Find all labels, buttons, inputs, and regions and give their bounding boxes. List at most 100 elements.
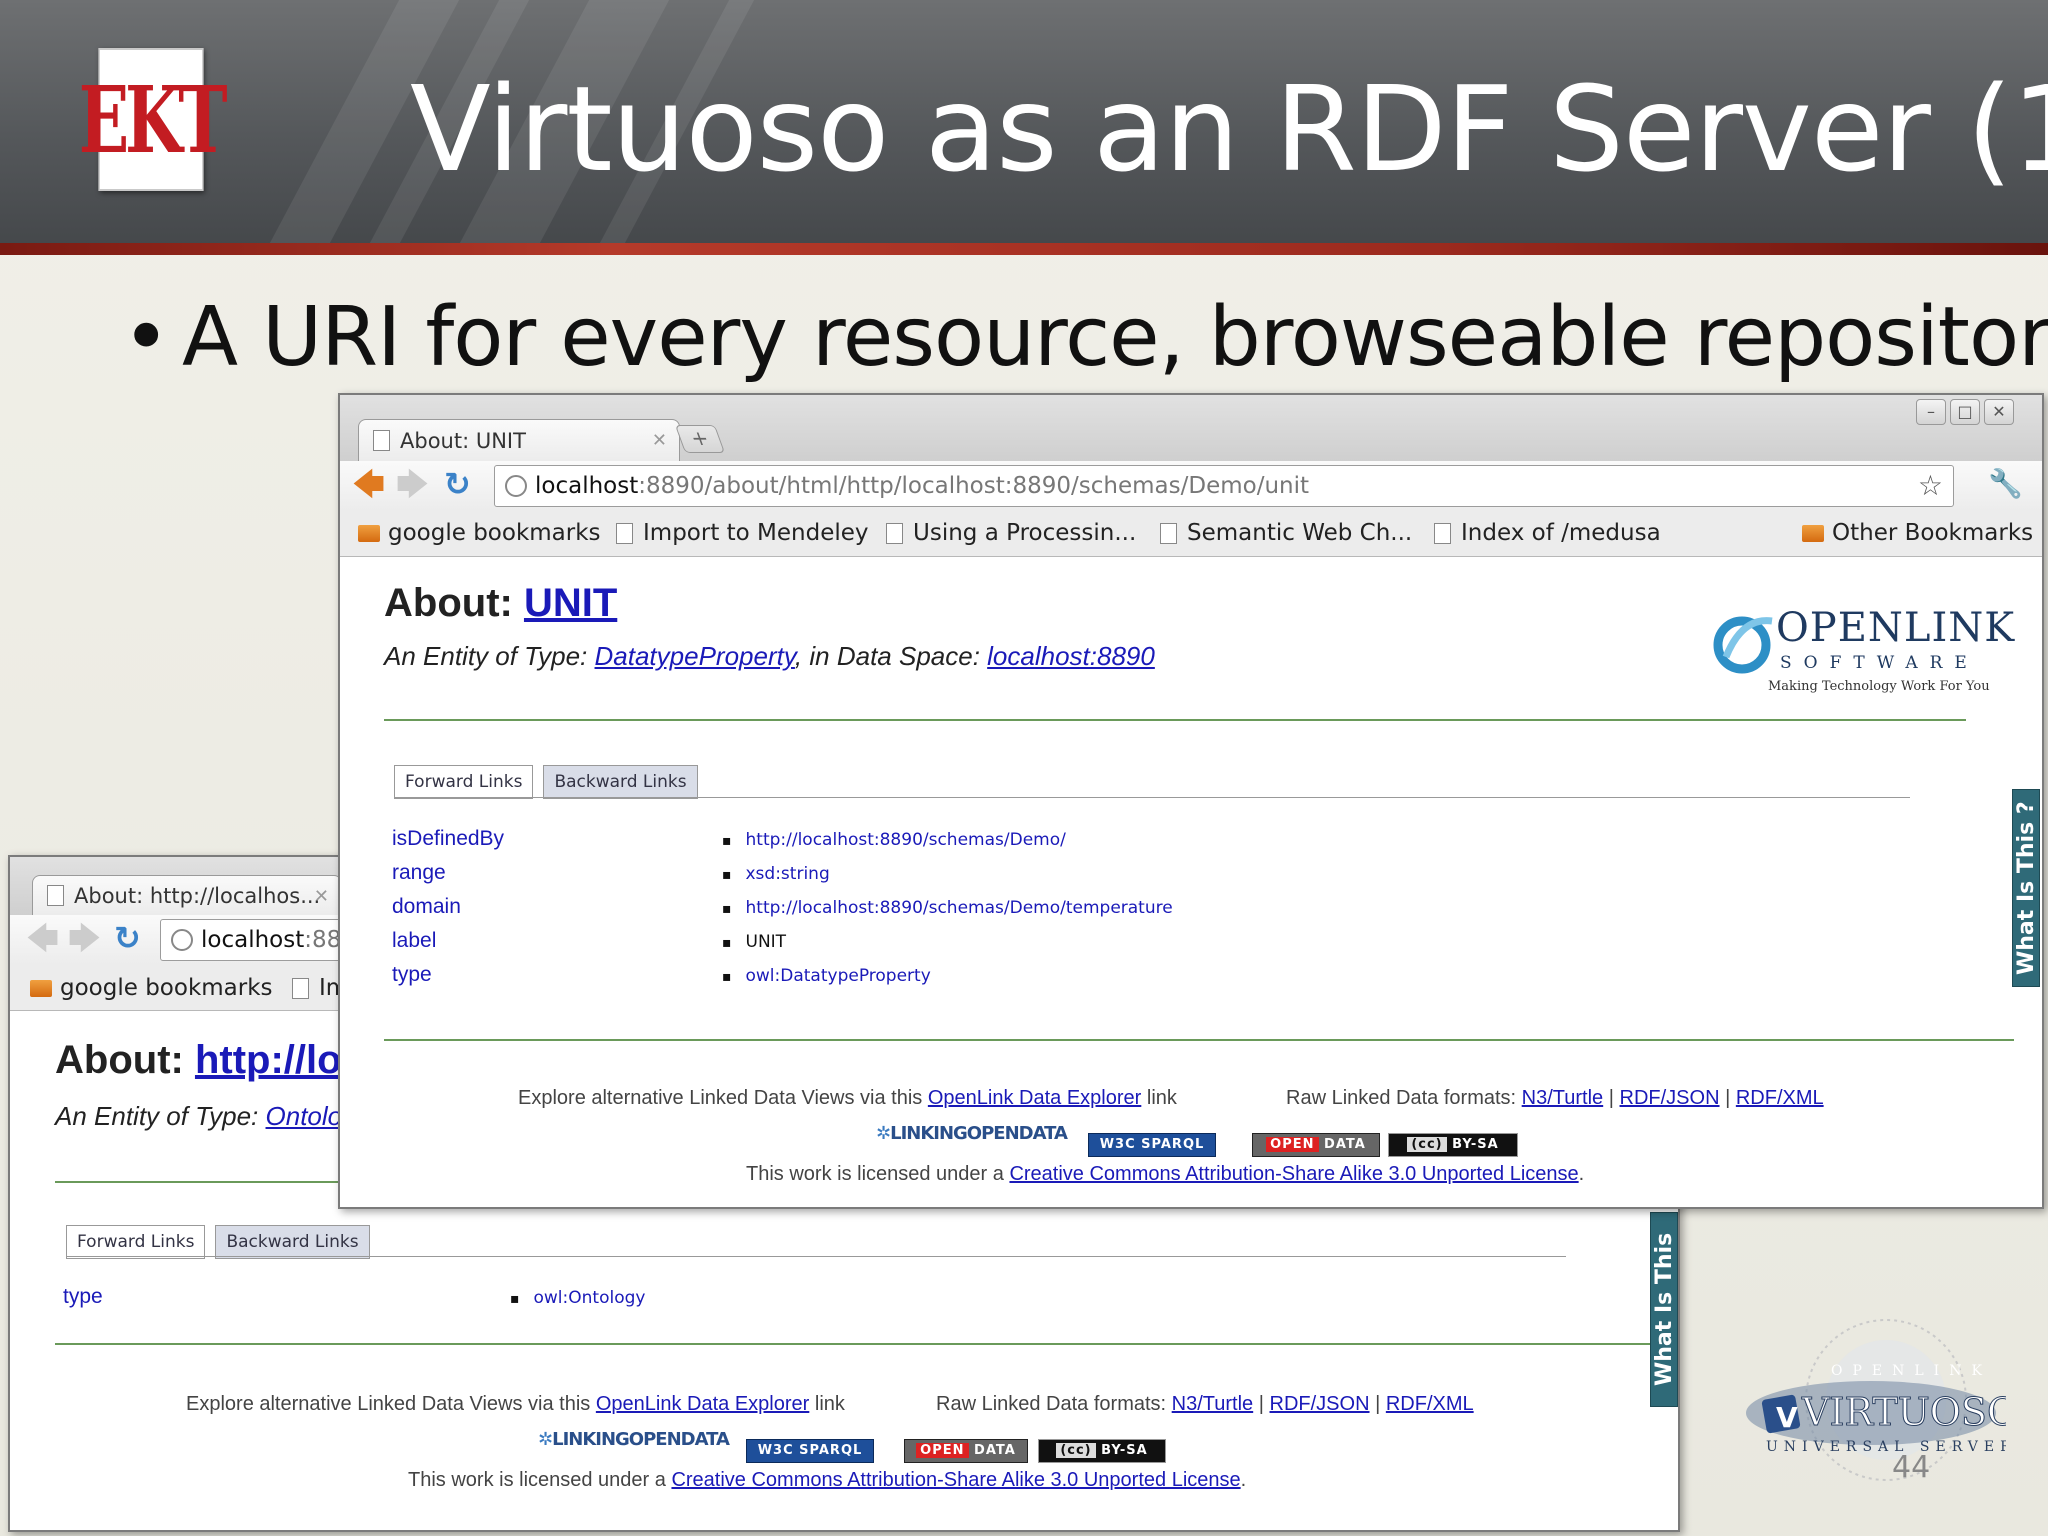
explore-line: Explore alternative Linked Data Views vi… xyxy=(186,1393,845,1415)
rdf-xml-link[interactable]: RDF/XML xyxy=(1736,1087,1824,1109)
bullet-text: A URI for every resource, browseable rep… xyxy=(182,290,2048,385)
openlink-logo: OPENLINK SOFTWARE Making Technology Work… xyxy=(1698,599,2014,699)
license-link[interactable]: Creative Commons Attribution-Share Alike… xyxy=(1009,1163,1578,1185)
page-icon xyxy=(47,885,64,906)
open-data-badge[interactable]: OPEN DATA xyxy=(904,1439,1028,1463)
what-is-this-tab[interactable]: What Is This xyxy=(1650,1212,1678,1407)
back-arrow-icon[interactable]: 🡄 xyxy=(352,467,385,501)
raw-formats-line: Raw Linked Data formats: N3/Turtle | RDF… xyxy=(1286,1087,1824,1109)
openlink-swoosh-icon xyxy=(1713,616,1773,674)
entity-type-line: An Entity of Type: Ontolo xyxy=(55,1101,343,1131)
about-heading: About: UNIT xyxy=(384,581,618,625)
about-link[interactable]: http://lo xyxy=(195,1038,342,1082)
ekt-logo: EKT xyxy=(79,48,228,191)
forward-arrow-icon[interactable]: 🡆 xyxy=(396,467,429,501)
header-accent-line xyxy=(0,243,2048,255)
property-label[interactable]: range xyxy=(392,861,446,885)
link-tabs: Forward Links Backward Links xyxy=(394,765,708,799)
explorer-link[interactable]: OpenLink Data Explorer xyxy=(596,1393,809,1415)
entity-type-link[interactable]: Ontolo xyxy=(266,1101,343,1131)
slide-title: Virtuoso as an RDF Server (1) xyxy=(410,60,2048,198)
svg-text:UNIVERSAL SERVER: UNIVERSAL SERVER xyxy=(1766,1439,2006,1455)
about-heading: About: http://lo xyxy=(55,1038,342,1082)
cc-by-sa-badge[interactable]: (cc) BY-SA xyxy=(1038,1439,1166,1463)
wrench-icon[interactable]: 🔧 xyxy=(1988,467,2023,501)
page-icon xyxy=(886,522,903,544)
w3c-sparql-badge[interactable]: W3C SPARQL xyxy=(746,1439,874,1463)
maximize-button[interactable]: □ xyxy=(1950,399,1980,425)
bookmark-item[interactable]: Semantic Web Ch... xyxy=(1160,520,1412,546)
bookmark-folder[interactable]: google bookmarks xyxy=(30,975,273,1001)
linking-open-data-badge[interactable]: ✲LINKINGOPENDATA xyxy=(538,1429,730,1453)
browser-tab[interactable]: About: UNIT ✕ xyxy=(358,419,680,461)
tab-strip: About: UNIT ✕ + – □ ✕ xyxy=(340,395,2042,461)
nav-toolbar: 🡄 🡆 ↻ localhost:8890/about/html/http/loc… xyxy=(340,461,2042,511)
bookmark-item[interactable]: Using a Processin... xyxy=(886,520,1136,546)
close-tab-icon[interactable]: ✕ xyxy=(314,886,329,907)
bookmark-star-icon[interactable]: ☆ xyxy=(1918,466,1943,506)
other-bookmarks[interactable]: Other Bookmarks xyxy=(1802,520,2033,546)
cc-by-sa-badge[interactable]: (cc) BY-SA xyxy=(1388,1133,1518,1157)
browser-window-front: About: UNIT ✕ + – □ ✕ 🡄 🡆 ↻ localhost:889… xyxy=(338,393,2044,1209)
address-bar[interactable]: localhost:8890/about/html/http/localhost… xyxy=(494,465,1954,507)
folder-icon xyxy=(30,979,52,997)
forward-arrow-icon[interactable]: 🡆 xyxy=(68,921,101,955)
back-arrow-icon[interactable]: 🡄 xyxy=(26,921,59,955)
property-label[interactable]: type xyxy=(392,963,432,987)
entity-type-link[interactable]: DatatypeProperty xyxy=(595,641,795,671)
w3c-sparql-badge[interactable]: W3C SPARQL xyxy=(1088,1133,1216,1157)
license-line: This work is licensed under a Creative C… xyxy=(408,1469,1247,1491)
close-window-button[interactable]: ✕ xyxy=(1984,399,2014,425)
entity-type-line: An Entity of Type: DatatypeProperty, in … xyxy=(384,641,1155,671)
license-link[interactable]: Creative Commons Attribution-Share Alike… xyxy=(671,1469,1240,1491)
property-value[interactable]: owl:Ontology xyxy=(510,1288,646,1308)
rdf-json-link[interactable]: RDF/JSON xyxy=(1620,1087,1720,1109)
page-icon xyxy=(373,430,390,451)
svg-text:OPENLINK: OPENLINK xyxy=(1831,1363,1992,1379)
new-tab-button[interactable]: + xyxy=(674,425,726,453)
svg-text:V: V xyxy=(1776,1401,1798,1434)
dataspace-link[interactable]: localhost:8890 xyxy=(987,641,1155,671)
property-label[interactable]: label xyxy=(392,929,436,953)
property-label[interactable]: isDefinedBy xyxy=(392,827,504,851)
virtuoso-logo: V OPENLINK VIRTUOSO UNIVERSAL SERVER xyxy=(1746,1319,2006,1481)
property-value[interactable]: owl:DatatypeProperty xyxy=(722,966,931,986)
bullet-point: • A URI for every resource, browseable re… xyxy=(122,290,2048,385)
tab-forward-links[interactable]: Forward Links xyxy=(394,765,534,799)
property-label[interactable]: domain xyxy=(392,895,461,919)
page-icon xyxy=(1434,522,1451,544)
open-data-badge[interactable]: OPEN DATA xyxy=(1252,1133,1380,1157)
bookmark-item[interactable]: Index of /medusa xyxy=(1434,520,1661,546)
explorer-link[interactable]: OpenLink Data Explorer xyxy=(928,1087,1141,1109)
explore-line: Explore alternative Linked Data Views vi… xyxy=(518,1087,1177,1109)
property-label[interactable]: type xyxy=(63,1285,103,1309)
tab-forward-links[interactable]: Forward Links xyxy=(66,1225,206,1259)
folder-icon xyxy=(1802,524,1824,542)
tab-backward-links[interactable]: Backward Links xyxy=(543,765,698,799)
browser-tab[interactable]: About: http://localhos... ✕ xyxy=(32,875,342,915)
tab-backward-links[interactable]: Backward Links xyxy=(215,1225,370,1259)
property-value[interactable]: http://localhost:8890/schemas/Demo/tempe… xyxy=(722,898,1173,918)
what-is-this-tab[interactable]: What Is This ? xyxy=(2012,789,2040,987)
linking-open-data-badge[interactable]: ✲LINKINGOPENDATA xyxy=(876,1123,1068,1147)
globe-icon xyxy=(505,475,527,497)
reload-icon[interactable]: ↻ xyxy=(114,921,141,955)
property-value[interactable]: xsd:string xyxy=(722,864,830,884)
n3-turtle-link[interactable]: N3/Turtle xyxy=(1522,1087,1604,1109)
raw-formats-line: Raw Linked Data formats: N3/Turtle | RDF… xyxy=(936,1393,1474,1415)
close-tab-icon[interactable]: ✕ xyxy=(652,430,667,451)
rdf-xml-link[interactable]: RDF/XML xyxy=(1386,1393,1474,1415)
rdf-json-link[interactable]: RDF/JSON xyxy=(1270,1393,1370,1415)
link-tabs: Forward Links Backward Links xyxy=(66,1225,380,1259)
minimize-button[interactable]: – xyxy=(1916,399,1946,425)
folder-icon xyxy=(358,524,380,542)
about-link[interactable]: UNIT xyxy=(524,581,617,625)
bookmark-folder[interactable]: google bookmarks xyxy=(358,520,601,546)
divider xyxy=(384,719,1966,721)
bookmark-item[interactable]: Import to Mendeley xyxy=(616,520,869,546)
bookmarks-bar: google bookmarks Import to Mendeley Usin… xyxy=(340,511,2042,557)
n3-turtle-link[interactable]: N3/Turtle xyxy=(1172,1393,1254,1415)
divider xyxy=(384,1039,2014,1041)
reload-icon[interactable]: ↻ xyxy=(444,467,471,501)
property-value[interactable]: http://localhost:8890/schemas/Demo/ xyxy=(722,830,1066,850)
